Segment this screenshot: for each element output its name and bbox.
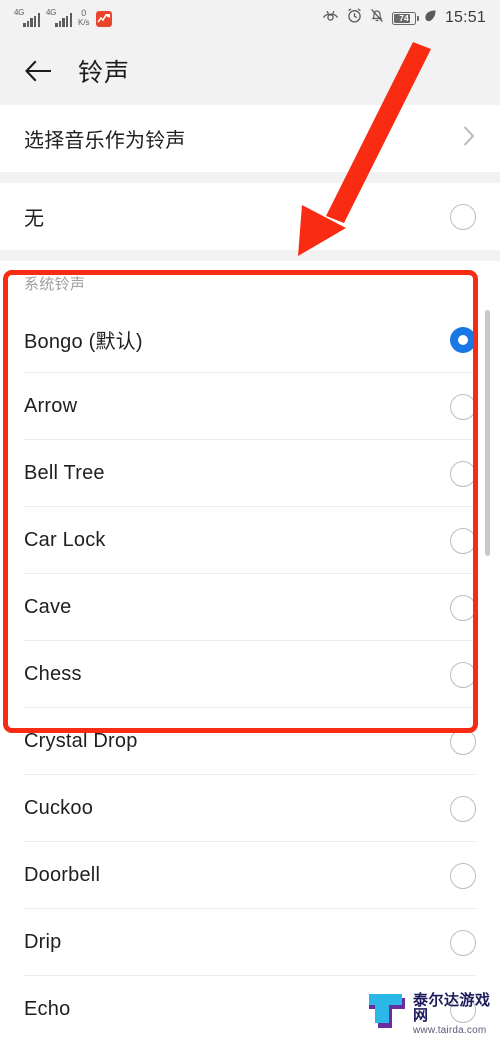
ringtone-label: Crystal Drop [24, 730, 138, 752]
app-bar: 铃声 [0, 36, 500, 105]
ringtone-row-car-lock[interactable]: Car Lock [0, 507, 500, 574]
page-title: 铃声 [78, 58, 131, 87]
alarm-icon [347, 8, 362, 28]
signal-sim1-bars [23, 13, 40, 27]
ringtone-label: Drip [24, 931, 62, 953]
status-bar-right: 74 15:51 [322, 8, 486, 28]
ringtone-row-arrow[interactable]: Arrow [0, 373, 500, 440]
radio-unselected[interactable] [450, 527, 476, 554]
radio-none[interactable] [450, 203, 476, 230]
ringtone-row-none[interactable]: 无 [0, 183, 500, 250]
ringtone-label: Doorbell [24, 864, 101, 886]
section-header-system-ringtones: 系统铃声 [0, 261, 500, 306]
watermark-title: 泰尔达游戏网 [413, 992, 491, 1024]
ringtone-label: Chess [24, 663, 82, 685]
watermark-url: www.tairda.com [413, 1025, 487, 1036]
radio-unselected[interactable] [450, 460, 476, 487]
eye-comfort-icon [322, 9, 339, 28]
ringtone-label: Echo [24, 998, 71, 1020]
radio-unselected[interactable] [450, 728, 476, 755]
signal-strength-sim1-icon: 4G [14, 9, 40, 27]
radio-selected[interactable] [450, 326, 476, 353]
radio-unselected[interactable] [450, 862, 476, 889]
system-ringtones-card: 系统铃声 Bongo (默认) Arrow Bell Tree Car Lock [0, 261, 500, 1039]
ringtone-label: Arrow [24, 395, 78, 417]
ringtone-row-crystal-drop[interactable]: Crystal Drop [0, 708, 500, 775]
radio-unselected[interactable] [450, 594, 476, 621]
status-bar-clock: 15:51 [444, 9, 486, 26]
notification-app-icon [95, 11, 112, 27]
ringtone-row-cave[interactable]: Cave [0, 574, 500, 641]
ringtone-label: Cave [24, 596, 72, 618]
pick-music-card: 选择音乐作为铃声 [0, 105, 500, 172]
vertical-scrollbar[interactable] [485, 310, 490, 556]
ringtone-row-chess[interactable]: Chess [0, 641, 500, 708]
chevron-right-icon [462, 124, 476, 153]
settings-content: 选择音乐作为铃声 无 系统铃声 Bongo (默认) Arrow Bell Tr… [0, 105, 500, 1039]
back-arrow-icon[interactable] [22, 54, 56, 88]
network-speed-value: 0 [81, 8, 87, 18]
ringtone-label: Bongo (默认) [24, 331, 143, 353]
leaf-power-saving-icon [424, 9, 437, 28]
phone-screen: 4G 4G 0 K/s 74 15:51 铃声 选择音乐作为铃声 无 系统铃声 … [0, 0, 500, 1039]
ringtone-row-cuckoo[interactable]: Cuckoo [0, 775, 500, 842]
ringtone-label: Car Lock [24, 529, 106, 551]
pick-music-label: 选择音乐作为铃声 [24, 130, 186, 152]
battery-icon: 74 [391, 11, 419, 25]
signal-sim2-bars [55, 13, 72, 27]
section-gap-2 [0, 250, 500, 261]
network-speed-indicator: 0 K/s [78, 9, 90, 27]
ringtone-label: Cuckoo [24, 797, 94, 819]
network-speed-unit: K/s [78, 18, 90, 27]
ringtone-row-bell-tree[interactable]: Bell Tree [0, 440, 500, 507]
ringtone-label-none: 无 [24, 208, 45, 230]
site-watermark: 泰尔达游戏网 www.tairda.com [366, 992, 500, 1037]
radio-unselected[interactable] [450, 393, 476, 420]
radio-unselected[interactable] [450, 795, 476, 822]
signal-strength-sim2-icon: 4G [46, 9, 72, 27]
none-card: 无 [0, 183, 500, 250]
ringtone-label: Bell Tree [24, 462, 105, 484]
status-bar-left: 4G 4G 0 K/s [14, 9, 112, 27]
ringtone-row-drip[interactable]: Drip [0, 909, 500, 976]
section-gap-1 [0, 172, 500, 183]
radio-unselected[interactable] [450, 929, 476, 956]
ringtone-row-bongo[interactable]: Bongo (默认) [0, 306, 500, 373]
watermark-logo-icon [366, 992, 408, 1037]
watermark-text: 泰尔达游戏网 www.tairda.com [413, 993, 500, 1036]
radio-unselected[interactable] [450, 661, 476, 688]
battery-level-text: 74 [399, 12, 409, 23]
pick-music-row[interactable]: 选择音乐作为铃声 [0, 105, 500, 172]
ringtone-row-doorbell[interactable]: Doorbell [0, 842, 500, 909]
mute-bell-icon [370, 8, 384, 28]
status-bar: 4G 4G 0 K/s 74 15:51 [0, 0, 500, 36]
